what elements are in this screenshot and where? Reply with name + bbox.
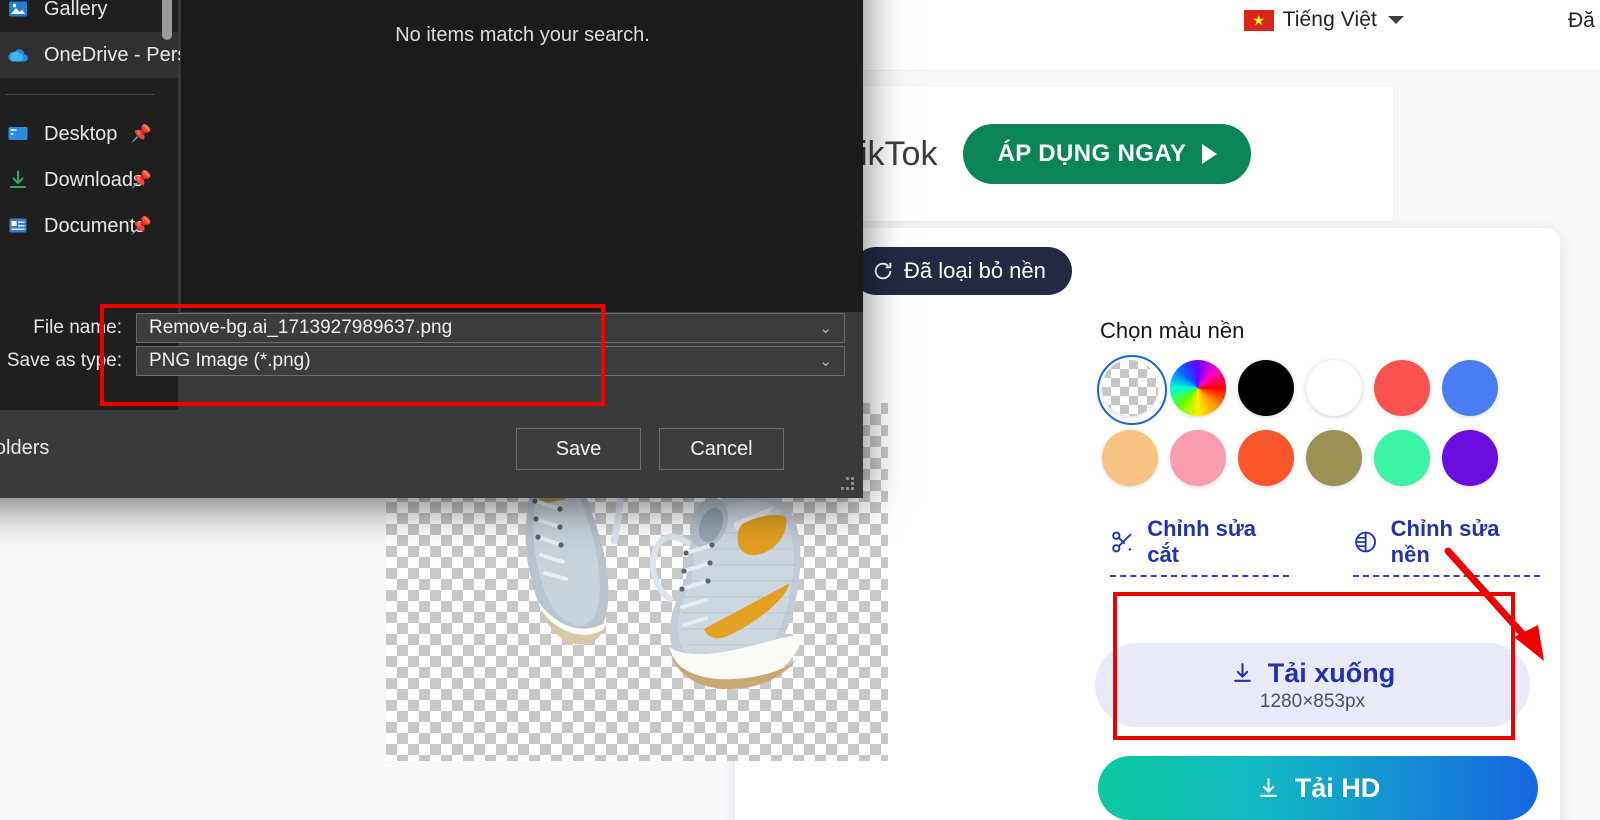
save-as-type-value: PNG Image (*.png) xyxy=(149,350,311,371)
download-hd-label: Tải HD xyxy=(1294,772,1381,803)
chevron-down-icon[interactable]: ⌄ xyxy=(819,319,832,337)
cancel-button[interactable]: Cancel xyxy=(659,428,784,470)
status-badge-label: Đã loại bỏ nền xyxy=(904,258,1046,283)
apply-now-label: ÁP DỤNG NGAY xyxy=(997,140,1187,167)
swatch-peach-fill xyxy=(1102,430,1158,486)
download-hd-icon xyxy=(1259,777,1277,797)
file-name-value: Remove-bg.ai_1713927989637.png xyxy=(149,317,453,338)
edit-links-row: Chỉnh sửa cắt Chỉnh sửa nền xyxy=(1110,516,1540,577)
sidebar-item-desktop[interactable]: Desktop 📌 xyxy=(0,111,178,157)
save-file-dialog: Home Gallery OneDrive - Perso xyxy=(0,0,863,498)
file-name-label: File name: xyxy=(33,317,122,338)
empty-search-message: No items match your search. xyxy=(395,24,650,46)
sidebar-item-onedrive[interactable]: OneDrive - Perso xyxy=(0,32,199,78)
sidebar-item-documents[interactable]: Documents 📌 xyxy=(0,203,178,249)
download-hd-button[interactable]: Tải HD xyxy=(1098,756,1538,820)
bg-color-title: Chọn màu nền xyxy=(1100,318,1245,343)
edit-background-label: Chỉnh sửa nền xyxy=(1390,516,1500,567)
download-size-label: 1280×853px xyxy=(1259,690,1366,712)
apply-now-button[interactable]: ÁP DỤNG NGAY xyxy=(963,124,1252,184)
download-button-main: Tải xuống xyxy=(1230,657,1396,689)
sidebar-label-downloads: Downloads xyxy=(44,168,143,191)
flag-star-glyph: ★ xyxy=(1252,12,1265,28)
swatch-transparent-fill xyxy=(1102,360,1158,416)
swatch-blue[interactable] xyxy=(1442,360,1498,416)
onedrive-icon xyxy=(5,42,31,68)
language-selector[interactable]: ★ Tiếng Việt xyxy=(1243,8,1404,32)
download-button[interactable]: Tải xuống 1280×853px xyxy=(1095,643,1530,727)
swatch-orange-fill xyxy=(1238,430,1294,486)
save-as-type-select[interactable]: PNG Image (*.png) ⌄ xyxy=(136,346,845,376)
resize-grip[interactable] xyxy=(841,477,855,491)
hide-folders-toggle[interactable]: lide Folders xyxy=(0,437,49,460)
swatch-blue-fill xyxy=(1442,360,1498,416)
chevron-down-icon[interactable]: ⌄ xyxy=(819,352,832,370)
dialog-footer: lide Folders Save Cancel xyxy=(0,410,863,498)
promo-text: ikTok xyxy=(860,134,938,173)
swatch-olive-fill xyxy=(1306,430,1362,486)
swatch-olive[interactable] xyxy=(1306,430,1362,486)
swatch-black[interactable] xyxy=(1238,360,1294,416)
swatch-red[interactable] xyxy=(1374,360,1430,416)
edit-crop-label: Chỉnh sửa cắt xyxy=(1147,516,1257,567)
save-button[interactable]: Save xyxy=(516,428,641,470)
login-link[interactable]: Đă xyxy=(1568,9,1600,33)
contrast-circle-icon xyxy=(1355,531,1377,553)
promo-banner: ikTok ÁP DỤNG NGAY xyxy=(860,87,1393,221)
swatch-black-fill xyxy=(1238,360,1294,416)
downloads-icon xyxy=(5,167,31,193)
edit-crop-link[interactable]: Chỉnh sửa cắt xyxy=(1110,516,1290,577)
swatch-violet-fill xyxy=(1442,430,1498,486)
swatch-red-fill xyxy=(1374,360,1430,416)
edit-background-link[interactable]: Chỉnh sửa nền xyxy=(1353,516,1540,577)
download-icon xyxy=(1233,662,1251,682)
swatch-mint[interactable] xyxy=(1374,430,1430,486)
swatch-pink-fill xyxy=(1170,430,1226,486)
swatch-mint-fill xyxy=(1374,430,1430,486)
pin-icon-documents[interactable]: 📌 xyxy=(131,216,152,236)
background-swatch-grid xyxy=(1097,355,1540,486)
refresh-icon xyxy=(874,262,892,280)
sidebar-item-gallery[interactable]: Gallery xyxy=(0,0,178,32)
sidebar-label-gallery: Gallery xyxy=(44,0,108,20)
background-controls: Chọn màu nền Chỉnh sửa cắt Chỉnh sửa nền xyxy=(1097,318,1540,577)
swatch-orange[interactable] xyxy=(1238,430,1294,486)
file-name-input[interactable]: Remove-bg.ai_1713927989637.png ⌄ xyxy=(136,313,845,343)
swatch-pink[interactable] xyxy=(1170,430,1226,486)
swatch-violet[interactable] xyxy=(1442,430,1498,486)
swatch-color-picker[interactable] xyxy=(1170,360,1226,416)
swatch-transparent[interactable] xyxy=(1097,355,1167,425)
swatch-white-fill xyxy=(1306,360,1362,416)
gallery-icon xyxy=(5,0,31,22)
save-as-type-label: Save as type: xyxy=(6,350,122,371)
pin-icon-downloads[interactable]: 📌 xyxy=(131,170,152,190)
file-name-row: File name: Remove-bg.ai_1713927989637.pn… xyxy=(0,312,863,344)
dialog-fields: File name: Remove-bg.ai_1713927989637.pn… xyxy=(0,312,863,378)
swatch-white[interactable] xyxy=(1306,360,1362,416)
desktop-icon xyxy=(5,121,31,147)
sidebar-label-onedrive: OneDrive - Perso xyxy=(44,43,199,66)
sidebar-scrollbar-thumb[interactable] xyxy=(162,0,172,40)
save-as-type-row: Save as type: PNG Image (*.png) ⌄ xyxy=(0,345,863,377)
language-label: Tiếng Việt xyxy=(1282,8,1377,31)
scissors-icon xyxy=(1112,531,1132,553)
color-wheel-icon xyxy=(1170,360,1226,416)
pin-icon-desktop[interactable]: 📌 xyxy=(131,124,152,144)
sidebar-item-downloads[interactable]: Downloads 📌 xyxy=(0,157,178,203)
documents-icon xyxy=(5,213,31,239)
sidebar-divider xyxy=(5,94,154,95)
swatch-peach[interactable] xyxy=(1102,430,1158,486)
play-triangle-icon xyxy=(1202,144,1218,164)
sidebar-label-desktop: Desktop xyxy=(44,122,118,145)
file-list-area[interactable]: No items match your search. xyxy=(180,0,863,312)
status-badge: Đã loại bỏ nền xyxy=(852,247,1072,295)
download-button-label: Tải xuống xyxy=(1267,657,1396,688)
vietnam-flag-icon: ★ xyxy=(1243,9,1274,31)
chevron-down-icon xyxy=(1388,16,1404,24)
